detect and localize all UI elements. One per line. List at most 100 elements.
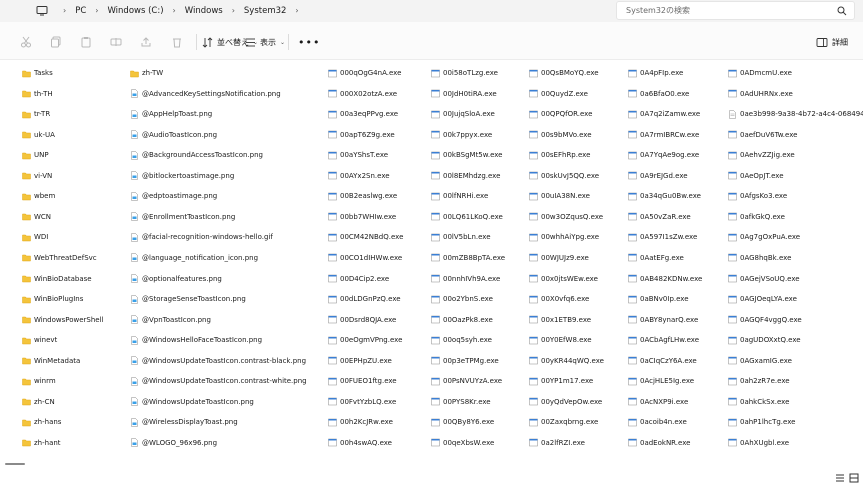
- file-item[interactable]: @facial-recognition-windows-hello.gif: [130, 230, 273, 244]
- folder-item[interactable]: Tasks: [22, 66, 53, 80]
- file-item[interactable]: 0AcNXP9i.exe: [628, 395, 688, 409]
- folder-item[interactable]: uk-UA: [22, 128, 55, 142]
- file-item[interactable]: 0AGxamIG.exe: [728, 354, 792, 368]
- file-item[interactable]: 00skUvJ5QQ.exe: [529, 169, 599, 183]
- file-item[interactable]: 0a34qGu0Bw.exe: [628, 189, 701, 203]
- file-item[interactable]: 00lV5bLn.exe: [431, 230, 491, 244]
- cut-icon[interactable]: [20, 36, 32, 48]
- crumb-pc[interactable]: PC: [75, 6, 86, 16]
- file-item[interactable]: 0ahkCkSx.exe: [728, 395, 789, 409]
- folder-item[interactable]: winevt: [22, 333, 57, 347]
- file-item[interactable]: 00w3OZqusQ.exe: [529, 210, 603, 224]
- file-item[interactable]: @VpnToastIcon.png: [130, 313, 211, 327]
- details-view-icon[interactable]: [835, 473, 845, 483]
- file-item[interactable]: 00x1ETB9.exe: [529, 313, 591, 327]
- folder-item[interactable]: WinMetadata: [22, 354, 80, 368]
- file-item[interactable]: 000qOgG4nA.exe: [328, 66, 401, 80]
- file-item[interactable]: 00s9bMVo.exe: [529, 128, 592, 142]
- file-item[interactable]: 0A7rmIBRCw.exe: [628, 128, 699, 142]
- file-item[interactable]: 0ae3b998-9a38-4b72-a4c4-06849441: [728, 107, 863, 121]
- file-item[interactable]: @WindowsHelloFaceToastIcon.png: [130, 333, 262, 347]
- file-item[interactable]: 00l8EMhdzg.exe: [431, 169, 500, 183]
- file-item[interactable]: 00D4Cip2.exe: [328, 272, 389, 286]
- copy-icon[interactable]: [50, 36, 62, 48]
- file-item[interactable]: 0aefDuV6Tw.exe: [728, 128, 797, 142]
- folder-item[interactable]: zh-TW: [130, 66, 163, 80]
- file-item[interactable]: 00whhAiYpg.exe: [529, 230, 599, 244]
- search-input[interactable]: [617, 6, 827, 15]
- chevron-right-icon[interactable]: ›: [295, 6, 298, 15]
- file-item[interactable]: 00JdH0tiRA.exe: [431, 87, 497, 101]
- file-item[interactable]: 00LQ61LKoQ.exe: [431, 210, 503, 224]
- file-item[interactable]: @edptoastimage.png: [130, 189, 217, 203]
- file-item[interactable]: 0ACbAgfLHw.exe: [628, 333, 699, 347]
- file-item[interactable]: 0aCIqCzY6A.exe: [628, 354, 697, 368]
- file-item[interactable]: 00h2KcJRw.exe: [328, 415, 393, 429]
- view-button[interactable]: 表示 ⌄: [245, 33, 285, 51]
- file-item[interactable]: 00mZB8BpTA.exe: [431, 251, 505, 265]
- file-item[interactable]: 00QBy8Y6.exe: [431, 415, 494, 429]
- file-item[interactable]: 0agUDOXxtQ.exe: [728, 333, 801, 347]
- folder-item[interactable]: wbem: [22, 189, 55, 203]
- folder-item[interactable]: WindowsPowerShell: [22, 313, 104, 327]
- file-item[interactable]: @optionalfeatures.png: [130, 272, 222, 286]
- file-item[interactable]: 00o2YbnS.exe: [431, 292, 493, 306]
- folder-item[interactable]: th-TH: [22, 87, 53, 101]
- file-item[interactable]: 00h4swAQ.exe: [328, 436, 392, 450]
- horizontal-scrollbar[interactable]: [0, 457, 863, 471]
- crumb-windows[interactable]: Windows: [185, 6, 223, 16]
- monitor-icon[interactable]: [36, 5, 48, 17]
- file-item[interactable]: @WindowsUpdateToastIcon.contrast-white.p…: [130, 374, 307, 388]
- file-item[interactable]: 000X02otzA.exe: [328, 87, 397, 101]
- file-item[interactable]: 0ABY8ynarQ.exe: [628, 313, 698, 327]
- file-item[interactable]: 0a6BfaO0.exe: [628, 87, 689, 101]
- file-item[interactable]: 00QsBMoYQ.exe: [529, 66, 599, 80]
- file-item[interactable]: 00PsNVUYzA.exe: [431, 374, 502, 388]
- file-item[interactable]: 0AdUHRNx.exe: [728, 87, 793, 101]
- file-item[interactable]: 0a2lfRZI.exe: [529, 436, 585, 450]
- file-item[interactable]: 00CO1dIHWw.exe: [328, 251, 402, 265]
- file-item[interactable]: 00qeXbsW.exe: [431, 436, 494, 450]
- file-item[interactable]: 00uIA38N.exe: [529, 189, 590, 203]
- file-item[interactable]: @AdvancedKeySettingsNotification.png: [130, 87, 281, 101]
- file-item[interactable]: 0AGejVSoUQ.exe: [728, 272, 800, 286]
- more-options-button[interactable]: •••: [298, 33, 320, 51]
- file-item[interactable]: 00sEFhRp.exe: [529, 148, 590, 162]
- file-item[interactable]: @EnrollmentToastIcon.png: [130, 210, 235, 224]
- file-item[interactable]: @WindowsUpdateToastIcon.png: [130, 395, 254, 409]
- folder-item[interactable]: zh-hant: [22, 436, 61, 450]
- file-item[interactable]: 00JujqSloA.exe: [431, 107, 495, 121]
- file-item[interactable]: 00Dsrd8QJA.exe: [328, 313, 396, 327]
- file-item[interactable]: 00dLDGnPzQ.exe: [328, 292, 401, 306]
- file-item[interactable]: 00YP1m17.exe: [529, 374, 593, 388]
- rename-icon[interactable]: [110, 36, 122, 48]
- folder-item[interactable]: UNP: [22, 148, 49, 162]
- file-item[interactable]: 0afkGkQ.exe: [728, 210, 785, 224]
- file-item[interactable]: 00oq5syh.exe: [431, 333, 492, 347]
- folder-item[interactable]: zh-hans: [22, 415, 61, 429]
- file-item[interactable]: 00x0jtsWEw.exe: [529, 272, 598, 286]
- file-item[interactable]: 00FvtYzbLQ.exe: [328, 395, 396, 409]
- search-box[interactable]: [616, 1, 855, 20]
- file-item[interactable]: 00FUEO1ftg.exe: [328, 374, 397, 388]
- file-item[interactable]: 0AeOpJT.exe: [728, 169, 784, 183]
- file-item[interactable]: 00eOgmVPng.exe: [328, 333, 402, 347]
- search-icon[interactable]: [837, 6, 847, 16]
- file-item[interactable]: 0Ag7gOxPuA.exe: [728, 230, 800, 244]
- paste-icon[interactable]: [80, 36, 92, 48]
- file-item[interactable]: 00Zaxqbrng.exe: [529, 415, 598, 429]
- file-item[interactable]: 00nnhIVh9A.exe: [431, 272, 500, 286]
- file-item[interactable]: 00yQdVepOw.exe: [529, 395, 602, 409]
- file-item[interactable]: 00WJUJz9.exe: [529, 251, 589, 265]
- folder-item[interactable]: WinBioPlugIns: [22, 292, 83, 306]
- chevron-right-icon[interactable]: ›: [95, 6, 98, 15]
- folder-item[interactable]: tr-TR: [22, 107, 50, 121]
- file-item[interactable]: 0A7q2iZamw.exe: [628, 107, 700, 121]
- scrollbar-thumb[interactable]: [5, 463, 25, 465]
- file-item[interactable]: @StorageSenseToastIcon.png: [130, 292, 246, 306]
- file-item[interactable]: @AudioToastIcon.png: [130, 128, 217, 142]
- crumb-drive[interactable]: Windows (C:): [107, 6, 163, 16]
- file-item[interactable]: 0AG8hqBk.exe: [728, 251, 791, 265]
- file-item[interactable]: 0AGQF4vggQ.exe: [728, 313, 802, 327]
- tiles-view-icon[interactable]: [849, 473, 859, 483]
